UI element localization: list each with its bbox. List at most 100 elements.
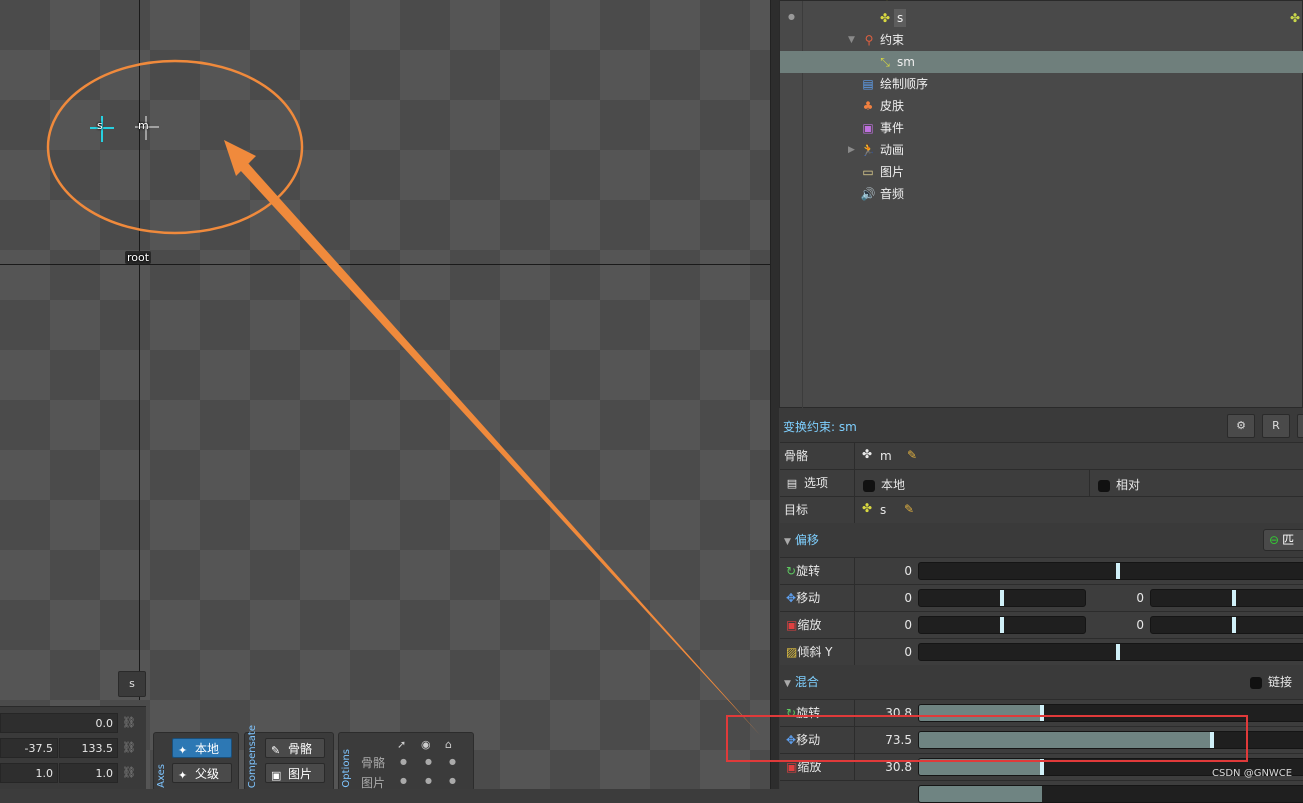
edit-icon[interactable]: ✎ bbox=[904, 502, 914, 516]
axes-parent-button[interactable]: ✦ 父级 bbox=[172, 763, 232, 783]
mix-rotate-value[interactable]: 30.8 bbox=[876, 700, 912, 726]
mix-translate-row: ✥移动 73.5 bbox=[780, 726, 1303, 753]
scale-icon: ▣ bbox=[786, 618, 798, 632]
splitter[interactable] bbox=[770, 0, 779, 789]
rotation-field[interactable]: 0.0 bbox=[0, 713, 118, 733]
offset-translate-y-slider[interactable] bbox=[1150, 589, 1303, 607]
option-dot[interactable]: ● bbox=[449, 776, 456, 785]
viewport[interactable]: s m root s 0.0 ⛓ -37.5 133.5 ⛓ 1.0 1.0 ⛓… bbox=[0, 0, 770, 789]
local-checkbox[interactable]: 本地 bbox=[863, 476, 905, 493]
bone-icon: ✤ bbox=[862, 501, 873, 515]
compensate-group: Compensate ✎ 骨骼 ▣ 图片 bbox=[244, 725, 334, 789]
tree-item-label: 事件 bbox=[880, 121, 905, 135]
axes-parent-label: 父级 bbox=[195, 767, 220, 781]
slider-thumb[interactable] bbox=[1232, 590, 1236, 606]
offset-scale-x-value[interactable]: 0 bbox=[880, 612, 912, 638]
offset-scale-x-slider[interactable] bbox=[918, 616, 1086, 634]
offset-scale-y-slider[interactable] bbox=[1150, 616, 1303, 634]
y-axis bbox=[139, 0, 140, 700]
slider-thumb[interactable] bbox=[1209, 732, 1214, 748]
slider-thumb[interactable] bbox=[1039, 759, 1044, 775]
tree-item-animations[interactable]: ▶ 🏃 动画 bbox=[780, 139, 1303, 161]
tree-item-label: sm bbox=[897, 55, 915, 69]
link-icon[interactable]: ⛓ bbox=[122, 766, 138, 782]
offset-translate-x-slider[interactable] bbox=[918, 589, 1086, 607]
axes-local-label: 本地 bbox=[195, 742, 220, 756]
tree-item-s[interactable]: ✤ s bbox=[780, 7, 1303, 29]
slider-thumb[interactable] bbox=[1116, 644, 1120, 660]
slider-thumb[interactable] bbox=[1000, 590, 1004, 606]
more-icon[interactable] bbox=[1297, 414, 1303, 438]
rename-icon[interactable]: R bbox=[1262, 414, 1290, 438]
compensate-images-button[interactable]: ▣ 图片 bbox=[265, 763, 325, 783]
offset-translate-x-value[interactable]: 0 bbox=[880, 585, 912, 611]
bone-root-label[interactable]: root bbox=[125, 251, 152, 264]
slider-thumb[interactable] bbox=[1116, 563, 1120, 579]
offset-shear-label: ▨倾斜 Y bbox=[780, 639, 855, 665]
tree-item-audio[interactable]: 🔊 音频 bbox=[780, 183, 1303, 205]
axes-label: Axes bbox=[156, 764, 167, 788]
tree-item-events[interactable]: ▣ 事件 bbox=[780, 117, 1303, 139]
watermark: CSDN @GNWCE bbox=[1212, 768, 1293, 779]
edit-icon[interactable]: ✎ bbox=[907, 448, 917, 462]
bone-icon: ✤ bbox=[862, 447, 873, 461]
tree-item-draw-order[interactable]: ▤ 绘制顺序 bbox=[780, 73, 1303, 95]
option-dot[interactable]: ● bbox=[449, 757, 456, 766]
slider-thumb[interactable] bbox=[1039, 705, 1044, 721]
bone-value[interactable]: m bbox=[880, 449, 892, 463]
tree-item-skins[interactable]: ♣ 皮肤 bbox=[780, 95, 1303, 117]
option-dot[interactable]: ● bbox=[425, 776, 432, 785]
settings-icon[interactable]: ⚙ bbox=[1227, 414, 1255, 438]
tree-item-sm[interactable]: ⤡ sm bbox=[780, 51, 1303, 73]
option-dot[interactable]: ● bbox=[400, 757, 407, 766]
translate-row: -37.5 133.5 ⛓ bbox=[0, 738, 146, 760]
option-dot[interactable]: ● bbox=[425, 757, 432, 766]
offset-translate-y-value[interactable]: 0 bbox=[1110, 585, 1144, 611]
rotate-icon: ↻ bbox=[786, 706, 797, 720]
mix-scale-value[interactable]: 30.8 bbox=[876, 754, 912, 780]
target-value[interactable]: s bbox=[880, 503, 886, 517]
option-dot[interactable]: ● bbox=[400, 776, 407, 785]
offset-rotate-slider[interactable] bbox=[918, 562, 1303, 580]
compensate-bones-button[interactable]: ✎ 骨骼 bbox=[265, 738, 325, 758]
divider bbox=[1089, 470, 1090, 496]
mix-translate-slider[interactable] bbox=[918, 731, 1303, 749]
offset-section-header[interactable]: ▼ 偏移 ⊖ 匹 bbox=[780, 527, 1303, 553]
collapse-arrow-icon[interactable]: ▶ bbox=[848, 139, 855, 161]
local-axes-icon: ✦ bbox=[178, 744, 188, 757]
translate-y-field[interactable]: 133.5 bbox=[59, 738, 118, 758]
offset-shear-slider[interactable] bbox=[918, 643, 1303, 661]
link-icon[interactable]: ⛓ bbox=[122, 716, 138, 732]
match-button[interactable]: ⊖ 匹 bbox=[1263, 529, 1303, 551]
axes-group: Axes ✦ 本地 ✦ 父级 bbox=[153, 732, 239, 789]
bone-icon: ✤ bbox=[879, 11, 891, 25]
scale-x-field[interactable]: 1.0 bbox=[0, 763, 58, 783]
rotate-icon: ↻ bbox=[786, 564, 797, 578]
offset-scale-y-value[interactable]: 0 bbox=[1110, 612, 1144, 638]
expand-arrow-icon[interactable]: ▼ bbox=[848, 29, 855, 51]
relative-checkbox[interactable]: 相对 bbox=[1098, 476, 1140, 493]
match-icon: ⊖ bbox=[1269, 533, 1280, 547]
offset-shear-value[interactable]: 0 bbox=[880, 639, 912, 665]
mix-rotate-slider[interactable] bbox=[918, 704, 1303, 722]
slider-thumb[interactable] bbox=[1232, 617, 1236, 633]
link-icon[interactable]: ⛓ bbox=[122, 741, 138, 757]
constraint-icon: ⚲ bbox=[864, 33, 874, 47]
bone-row-label: 骨骼 bbox=[780, 443, 855, 469]
tree-item[interactable]: ✤ bbox=[780, 0, 1303, 7]
translate-x-field[interactable]: -37.5 bbox=[0, 738, 58, 758]
offset-rotate-value[interactable]: 0 bbox=[880, 558, 912, 584]
mix-rotate-label: ↻旋转 bbox=[780, 700, 855, 726]
mix-translate-value[interactable]: 73.5 bbox=[876, 727, 912, 753]
tree-item-constraints[interactable]: ▼ ⚲ 约束 bbox=[780, 29, 1303, 51]
bone-icon: ✎ bbox=[271, 744, 281, 757]
slider-thumb[interactable] bbox=[1000, 617, 1004, 633]
tree-item-images[interactable]: ▭ 图片 bbox=[780, 161, 1303, 183]
mix-section-header[interactable]: ▼混合 链接滑 bbox=[780, 669, 1303, 715]
bone-row: 骨骼 ✤ m ✎ bbox=[780, 442, 1303, 469]
eye-icon: ◉ bbox=[421, 738, 431, 751]
selected-bone-button[interactable]: s bbox=[118, 671, 146, 697]
scale-y-field[interactable]: 1.0 bbox=[59, 763, 118, 783]
axes-local-button[interactable]: ✦ 本地 bbox=[172, 738, 232, 758]
mix-shear-slider[interactable] bbox=[918, 785, 1303, 803]
